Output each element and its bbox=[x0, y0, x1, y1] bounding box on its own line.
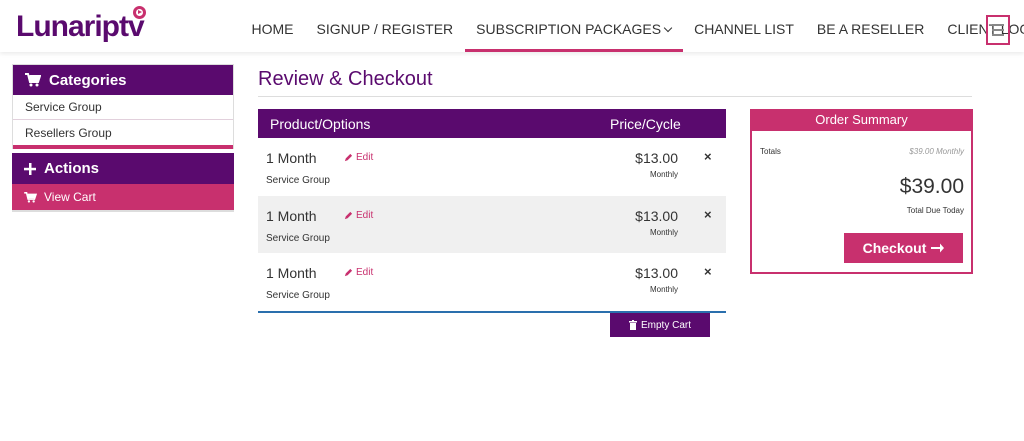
product-price: $13.00 bbox=[635, 265, 678, 281]
arrow-right-icon bbox=[931, 243, 945, 253]
col-product-header: Product/Options bbox=[270, 116, 371, 132]
cart-table-header: Product/Options Price/Cycle bbox=[258, 109, 726, 138]
product-cycle: Monthly bbox=[649, 285, 678, 294]
title-divider bbox=[258, 96, 972, 97]
nav-client-login[interactable]: CLIENT LOGIN bbox=[936, 0, 1024, 52]
sidebar-item-service-group[interactable]: Service Group bbox=[13, 95, 233, 120]
nav-home-label: HOME bbox=[251, 21, 294, 37]
product-cycle: Monthly bbox=[649, 170, 678, 179]
order-summary-panel: Order Summary Totals $39.00 Monthly $39.… bbox=[750, 109, 973, 274]
remove-item-icon[interactable]: × bbox=[704, 207, 712, 222]
product-name: 1 Month bbox=[266, 150, 317, 166]
order-summary-title: Order Summary bbox=[750, 109, 973, 131]
product-price: $13.00 bbox=[635, 207, 678, 224]
product-price: $13.00 bbox=[635, 150, 678, 166]
page-title: Review & Checkout bbox=[258, 68, 433, 90]
edit-label: Edit bbox=[356, 267, 374, 278]
panel-divider bbox=[13, 145, 233, 149]
view-cart-label: View Cart bbox=[44, 190, 96, 204]
totals-value: $39.00 Monthly bbox=[909, 147, 964, 156]
nav-channel-label: CHANNEL LIST bbox=[694, 21, 794, 37]
main-nav: HOME SIGNUP / REGISTER SUBSCRIPTION PACK… bbox=[240, 0, 1024, 52]
top-header: Lunariptv HOME SIGNUP / REGISTER SUBSCRI… bbox=[0, 0, 1024, 52]
edit-link[interactable]: Edit bbox=[344, 210, 373, 221]
actions-title: Actions bbox=[44, 160, 100, 177]
checkout-button[interactable]: Checkout bbox=[844, 233, 963, 263]
total-due-label: Total Due Today bbox=[906, 206, 964, 215]
pencil-icon bbox=[344, 268, 353, 277]
product-cycle: Monthly bbox=[649, 227, 678, 237]
cart-row: 1 Month Edit Service Group $13.00 Monthl… bbox=[258, 138, 726, 196]
total-due-amount: $39.00 bbox=[899, 175, 964, 198]
checkout-label: Checkout bbox=[862, 240, 927, 256]
product-name: 1 Month bbox=[266, 207, 317, 224]
cart-row: 1 Month Edit Service Group $13.00 Monthl… bbox=[258, 253, 726, 311]
plus-icon bbox=[24, 162, 36, 175]
cart-icon bbox=[24, 191, 37, 203]
nav-reseller[interactable]: BE A RESELLER bbox=[805, 0, 935, 52]
edit-link[interactable]: Edit bbox=[344, 267, 373, 278]
cart-icon bbox=[25, 73, 41, 87]
remove-item-icon[interactable]: × bbox=[704, 264, 712, 279]
actions-header: Actions bbox=[12, 153, 234, 184]
nav-subscription-label: SUBSCRIPTION PACKAGES bbox=[476, 21, 662, 37]
empty-cart-label: Empty Cart bbox=[640, 319, 691, 331]
chevron-down-icon bbox=[663, 23, 673, 33]
nav-reseller-label: BE A RESELLER bbox=[816, 21, 925, 37]
hamburger-menu-button[interactable] bbox=[986, 15, 1010, 45]
actions-panel: Actions View Cart bbox=[12, 153, 234, 212]
sidebar-item-view-cart[interactable]: View Cart bbox=[12, 184, 234, 210]
edit-label: Edit bbox=[356, 209, 374, 221]
nav-signup[interactable]: SIGNUP / REGISTER bbox=[305, 0, 465, 52]
totals-label: Totals bbox=[760, 147, 781, 156]
cart-table: Product/Options Price/Cycle 1 Month Edit… bbox=[258, 109, 726, 337]
nav-subscription-packages[interactable]: SUBSCRIPTION PACKAGES bbox=[464, 0, 683, 52]
pencil-icon bbox=[344, 211, 353, 219]
nav-signup-label: SIGNUP / REGISTER bbox=[316, 21, 454, 37]
remove-item-icon[interactable]: × bbox=[704, 149, 712, 164]
trash-icon bbox=[628, 320, 637, 330]
product-group: Service Group bbox=[266, 175, 330, 186]
edit-label: Edit bbox=[356, 152, 374, 163]
nav-channel-list[interactable]: CHANNEL LIST bbox=[683, 0, 806, 52]
categories-title: Categories bbox=[49, 71, 127, 89]
categories-header: Categories bbox=[13, 65, 233, 95]
col-price-header: Price/Cycle bbox=[610, 116, 681, 132]
categories-panel: Categories Service Group Resellers Group bbox=[12, 64, 234, 149]
sidebar-item-resellers-group[interactable]: Resellers Group bbox=[13, 120, 233, 145]
edit-link[interactable]: Edit bbox=[344, 152, 373, 163]
empty-cart-button[interactable]: Empty Cart bbox=[610, 313, 710, 337]
pencil-icon bbox=[344, 153, 353, 162]
product-group: Service Group bbox=[266, 290, 330, 301]
product-group: Service Group bbox=[266, 232, 330, 244]
brand-logo[interactable]: Lunariptv bbox=[16, 10, 145, 44]
cart-row: 1 Month Edit Service Group $13.00 Monthl… bbox=[258, 195, 726, 253]
product-name: 1 Month bbox=[266, 265, 317, 281]
logo-play-icon bbox=[133, 6, 146, 19]
hamburger-icon bbox=[992, 24, 1004, 26]
nav-home[interactable]: HOME bbox=[240, 0, 305, 52]
panel-bottom-border bbox=[12, 210, 234, 212]
summary-bottom-border bbox=[750, 272, 973, 274]
sidebar: Categories Service Group Resellers Group… bbox=[12, 64, 234, 216]
